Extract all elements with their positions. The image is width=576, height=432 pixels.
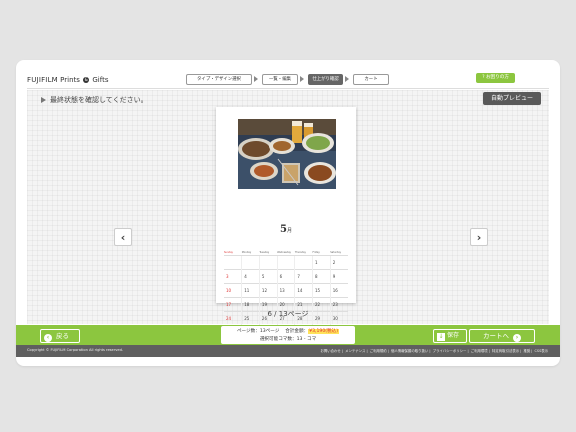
instruction-text: 最終状態を確認してください。 (50, 96, 148, 104)
calendar-day-cell: 4 (241, 269, 260, 284)
logo-brand: FUJIFILM (27, 76, 58, 84)
step-arrow-icon (345, 76, 349, 82)
calendar-day-cell: 14 (294, 283, 313, 298)
calendar-day-cell: 10 (224, 283, 242, 298)
app-window: FUJIFILM Prints & Gifts タイプ・デザイン選択 一覧・編集… (16, 60, 560, 366)
chevron-left-circle-icon: ‹ (44, 334, 52, 342)
chevron-left-icon: ‹ (120, 230, 126, 244)
calendar-day-cell: 13 (276, 283, 295, 298)
step-list-edit[interactable]: 一覧・編集 (262, 74, 298, 85)
calendar-day-cell (276, 255, 295, 270)
footer: Copyright © FUJIFILM Corporation All rig… (16, 345, 560, 357)
calendar-week-row: 3456789 (224, 269, 348, 284)
step-arrow-icon (300, 76, 304, 82)
next-page-button[interactable]: › (470, 228, 488, 246)
cart-label: カートへ (483, 332, 509, 340)
calendar-day-cell: 3 (224, 269, 242, 284)
calendar-day-cell: 9 (329, 269, 348, 284)
calendar-day-cell: 8 (312, 269, 331, 284)
calendar-day-cell: 11 (241, 283, 260, 298)
calendar-day-cell: 7 (294, 269, 313, 284)
footer-links: お問い合わせ | メンテナンス | ご利用規約 | 個人情報保護の取り扱い | … (320, 349, 548, 353)
calendar-day-cell: 16 (329, 283, 348, 298)
month-number: 5 (280, 224, 287, 235)
step-arrow-icon (254, 76, 258, 82)
calendar-day-cell: 2 (329, 255, 348, 270)
step-type-design[interactable]: タイプ・デザイン選択 (186, 74, 252, 85)
back-label: 戻る (56, 332, 69, 340)
footer-link-terms[interactable]: ご利用規約 (370, 349, 387, 353)
action-bar: ‹ 戻る ページ数：13ページ 合計金額：¥3,190(税込) 選択可能コマ数：1… (16, 325, 560, 345)
copyright: Copyright © FUJIFILM Corporation All rig… (27, 348, 123, 352)
logo[interactable]: FUJIFILM Prints & Gifts (27, 76, 108, 84)
chevron-right-icon: › (476, 230, 482, 244)
preview-stage: 最終状態を確認してください。 自動プレビュー ‹ › 5月 Sunday Mon… (27, 90, 549, 339)
download-icon: ↓ (437, 333, 445, 341)
step-finish-check[interactable]: 仕上がり確認 (308, 74, 343, 85)
footer-link-personal-info[interactable]: 個人情報保護の取り扱い (391, 349, 428, 353)
page-count: ページ数：13ページ (236, 329, 280, 334)
prev-page-button[interactable]: ‹ (114, 228, 132, 246)
footer-link-privacy[interactable]: プライバシーポリシー (433, 349, 467, 353)
save-label: 保存 (447, 332, 460, 339)
footer-link-recommended[interactable]: 推奨 (523, 349, 530, 353)
total-label: 合計金額： (285, 329, 309, 334)
calendar-day-cell: 5 (258, 269, 278, 284)
calendar-week-row: 12 (224, 255, 348, 270)
footer-link-environment[interactable]: ご利用環境 (471, 349, 488, 353)
calendar-day-cell: 15 (312, 283, 331, 298)
footer-link-css[interactable]: CSS表示 (535, 349, 548, 353)
instruction: 最終状態を確認してください。 (41, 95, 148, 105)
logo-ampersand-icon: & (83, 77, 90, 83)
food-photo-image (238, 119, 336, 189)
summary-line-1: ページ数：13ページ 合計金額：¥3,190(税込) (221, 328, 355, 334)
calendar-photo (238, 119, 336, 189)
logo-prints: Prints (60, 76, 80, 84)
step-cart[interactable]: カート (353, 74, 389, 85)
logo-gifts: Gifts (92, 76, 109, 84)
footer-link-contact[interactable]: お問い合わせ (320, 349, 340, 353)
auto-preview-button[interactable]: 自動プレビュー (483, 92, 541, 105)
save-button[interactable]: ↓ 保存 (433, 329, 467, 343)
order-summary: ページ数：13ページ 合計金額：¥3,190(税込) 選択可能コマ数：13 - … (221, 326, 355, 344)
help-button[interactable]: ? お困りの方 (476, 73, 515, 83)
calendar-day-cell: 1 (312, 255, 331, 270)
month-heading: 5月 (216, 224, 356, 235)
triangle-right-icon (41, 97, 46, 103)
calendar-day-cell (241, 255, 260, 270)
calendar-day-cell (224, 255, 242, 270)
to-cart-button[interactable]: カートへ › (469, 329, 535, 343)
calendar-page: 5月 Sunday Monday Tuesday Wednesday Thurs… (216, 107, 356, 339)
header-divider (27, 88, 549, 89)
calendar-day-cell (258, 255, 278, 270)
footer-link-commerce[interactable]: 特定商取引法表示 (492, 349, 519, 353)
total-price: ¥3,190(税込) (308, 329, 340, 334)
header: FUJIFILM Prints & Gifts タイプ・デザイン選択 一覧・編集… (16, 60, 560, 90)
selectable-photos: 選択可能コマ数：13 - コマ (259, 337, 317, 342)
page-indicator: 6 / 13ページ (267, 310, 309, 318)
back-button[interactable]: ‹ 戻る (40, 329, 80, 343)
calendar-week-row: 10 11 12 13 14 15 16 (224, 283, 348, 298)
footer-link-maintenance[interactable]: メンテナンス (345, 349, 365, 353)
month-suffix: 月 (286, 228, 292, 234)
chevron-right-circle-icon: › (513, 334, 521, 342)
calendar-day-cell: 6 (276, 269, 295, 284)
calendar-day-cell (294, 255, 313, 270)
calendar-day-cell: 12 (258, 283, 278, 298)
